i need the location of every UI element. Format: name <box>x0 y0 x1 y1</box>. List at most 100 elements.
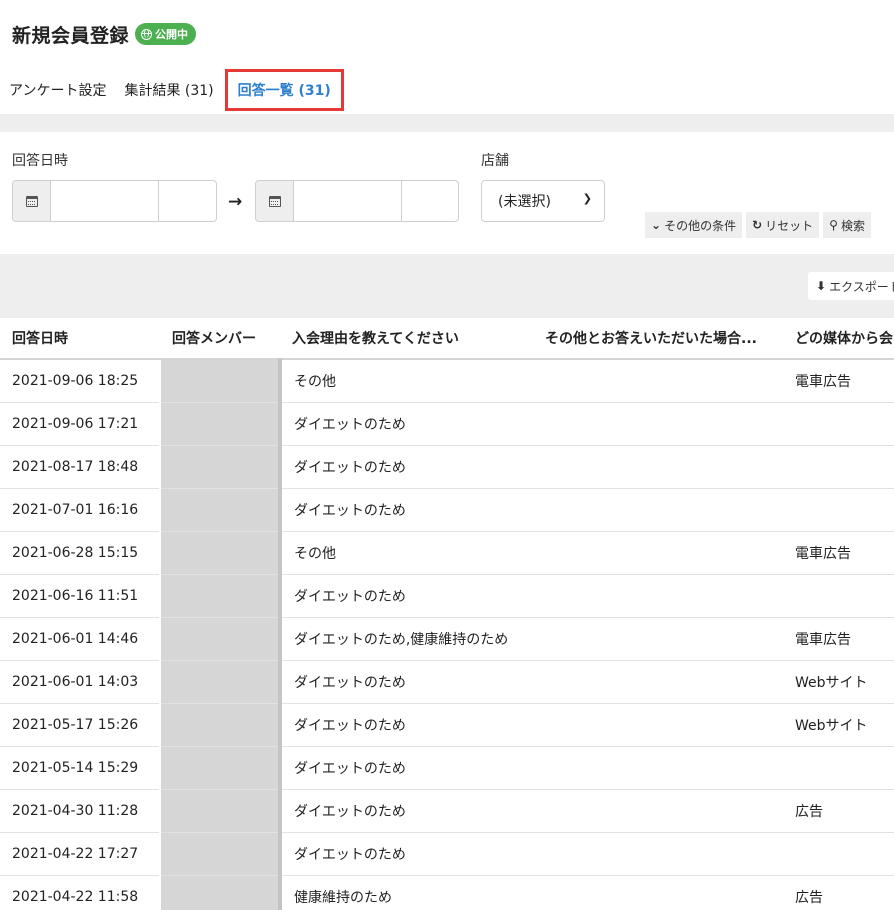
cell-media <box>783 488 894 532</box>
cell-date: 2021-06-01 14:46 <box>0 617 160 661</box>
calendar-icon <box>268 195 281 207</box>
cell-other <box>533 488 783 532</box>
cell-member-redacted <box>159 746 282 790</box>
filter-actions: ⌄ その他の条件 ↻ リセット ⚲ 検索 <box>645 212 875 238</box>
export-button[interactable]: ⬇ エクスポート <box>808 272 894 300</box>
cell-other <box>533 574 783 618</box>
cell-media: 広告 <box>783 789 894 833</box>
cell-other <box>533 875 783 910</box>
start-time-input[interactable] <box>159 181 215 221</box>
table-row[interactable]: 2021-06-01 14:46 ダイエットのため,健康維持のため 電車広告 <box>0 617 894 661</box>
calendar-button[interactable] <box>13 181 51 221</box>
cell-date: 2021-09-06 17:21 <box>0 402 160 446</box>
start-date-input[interactable] <box>51 181 159 221</box>
cell-media: 電車広告 <box>783 617 894 661</box>
cell-media <box>783 746 894 790</box>
end-time-input[interactable] <box>402 181 458 221</box>
table-row[interactable]: 2021-05-17 15:26 ダイエットのため Webサイト <box>0 703 894 747</box>
cell-media: Webサイト <box>783 660 894 704</box>
store-select-value: (未選択) <box>498 194 551 210</box>
cell-reason: ダイエットのため <box>280 488 533 532</box>
tab-aggregate-results[interactable]: 集計結果 (31) <box>115 68 222 112</box>
cell-other <box>533 789 783 833</box>
table-row[interactable]: 2021-09-06 17:21 ダイエットのため <box>0 402 894 446</box>
table-body: 2021-09-06 18:25 その他 電車広告 2021-09-06 17:… <box>0 359 894 910</box>
cell-member-redacted <box>159 660 282 704</box>
cell-date: 2021-05-14 15:29 <box>0 746 160 790</box>
cell-reason: その他 <box>280 359 533 403</box>
page-header: 新規会員登録 公開中 <box>12 18 197 50</box>
table-row[interactable]: 2021-05-14 15:29 ダイエットのため <box>0 746 894 790</box>
column-header-media[interactable]: どの媒体から会 <box>783 318 894 360</box>
table-row[interactable]: 2021-06-16 11:51 ダイエットのため <box>0 574 894 618</box>
end-date-range <box>255 180 459 222</box>
tab-bar: アンケート設定 集計結果 (31) 回答一覧 (31) <box>0 68 344 112</box>
table-row[interactable]: 2021-06-28 15:15 その他 電車広告 <box>0 531 894 575</box>
cell-member-redacted <box>159 488 282 532</box>
cell-member-redacted <box>159 789 282 833</box>
column-header-reason[interactable]: 入会理由を教えてください <box>280 318 533 360</box>
reset-button[interactable]: ↻ リセット <box>746 212 820 238</box>
tab-response-list[interactable]: 回答一覧 (31) <box>224 69 344 111</box>
table-row[interactable]: 2021-04-22 11:58 健康維持のため 広告 <box>0 875 894 910</box>
more-conditions-label: その他の条件 <box>664 218 737 233</box>
calendar-button[interactable] <box>256 181 294 221</box>
search-button[interactable]: ⚲ 検索 <box>823 212 871 238</box>
cell-date: 2021-04-22 17:27 <box>0 832 160 876</box>
more-conditions-button[interactable]: ⌄ その他の条件 <box>645 212 743 238</box>
cell-media: Webサイト <box>783 703 894 747</box>
cell-reason: ダイエットのため <box>280 402 533 446</box>
table-row[interactable]: 2021-09-06 18:25 その他 電車広告 <box>0 359 894 403</box>
cell-member-redacted <box>159 875 282 910</box>
store-filter-label: 店舗 <box>481 153 509 169</box>
cell-other <box>533 703 783 747</box>
table-row[interactable]: 2021-07-01 16:16 ダイエットのため <box>0 488 894 532</box>
cell-media: 電車広告 <box>783 531 894 575</box>
cell-other <box>533 617 783 661</box>
cell-date: 2021-06-16 11:51 <box>0 574 160 618</box>
column-header-other[interactable]: その他とお答えいただいた場合... <box>533 318 783 360</box>
toolbar: ⬇ エクスポート <box>0 254 894 318</box>
search-label: 検索 <box>840 218 865 233</box>
responses-table-container: 回答日時 回答メンバー 入会理由を教えてください その他とお答えいただいた場合.… <box>0 318 894 910</box>
cell-media <box>783 402 894 446</box>
chevron-down-icon: ⌄ <box>651 218 662 232</box>
export-label: エクスポート <box>829 279 894 294</box>
section-divider <box>0 114 894 132</box>
cell-other <box>533 402 783 446</box>
table-row[interactable]: 2021-06-01 14:03 ダイエットのため Webサイト <box>0 660 894 704</box>
date-filter-label: 回答日時 <box>12 153 68 169</box>
cell-date: 2021-06-28 15:15 <box>0 531 160 575</box>
cell-reason: ダイエットのため <box>280 660 533 704</box>
end-date-input[interactable] <box>294 181 402 221</box>
cell-member-redacted <box>159 531 282 575</box>
filter-panel: 回答日時 店舗 → (未選択) ❯ ⌄ その他の条件 ↻ リセット ⚲ 検索 <box>0 132 894 254</box>
chevron-down-icon: ❯ <box>582 192 592 205</box>
search-icon: ⚲ <box>829 218 838 232</box>
column-header-date[interactable]: 回答日時 <box>0 318 160 360</box>
cell-date: 2021-06-01 14:03 <box>0 660 160 704</box>
cell-date: 2021-05-17 15:26 <box>0 703 160 747</box>
status-badge-label: 公開中 <box>155 28 189 41</box>
store-select[interactable]: (未選択) ❯ <box>481 180 605 222</box>
table-row[interactable]: 2021-04-30 11:28 ダイエットのため 広告 <box>0 789 894 833</box>
tab-survey-settings[interactable]: アンケート設定 <box>0 68 115 112</box>
cell-member-redacted <box>159 359 282 403</box>
cell-other <box>533 660 783 704</box>
responses-table: 回答日時 回答メンバー 入会理由を教えてください その他とお答えいただいた場合.… <box>0 318 894 910</box>
cell-other <box>533 746 783 790</box>
cell-member-redacted <box>159 402 282 446</box>
cell-date: 2021-07-01 16:16 <box>0 488 160 532</box>
cell-media <box>783 574 894 618</box>
cell-date: 2021-09-06 18:25 <box>0 359 160 403</box>
cell-other <box>533 531 783 575</box>
reset-label: リセット <box>765 218 814 233</box>
cell-member-redacted <box>159 832 282 876</box>
arrow-right-icon: → <box>228 192 243 212</box>
cell-reason: 健康維持のため <box>280 875 533 910</box>
cell-member-redacted <box>159 574 282 618</box>
table-row[interactable]: 2021-04-22 17:27 ダイエットのため <box>0 832 894 876</box>
cell-reason: ダイエットのため <box>280 832 533 876</box>
column-header-member[interactable]: 回答メンバー <box>160 318 280 360</box>
table-row[interactable]: 2021-08-17 18:48 ダイエットのため <box>0 445 894 489</box>
